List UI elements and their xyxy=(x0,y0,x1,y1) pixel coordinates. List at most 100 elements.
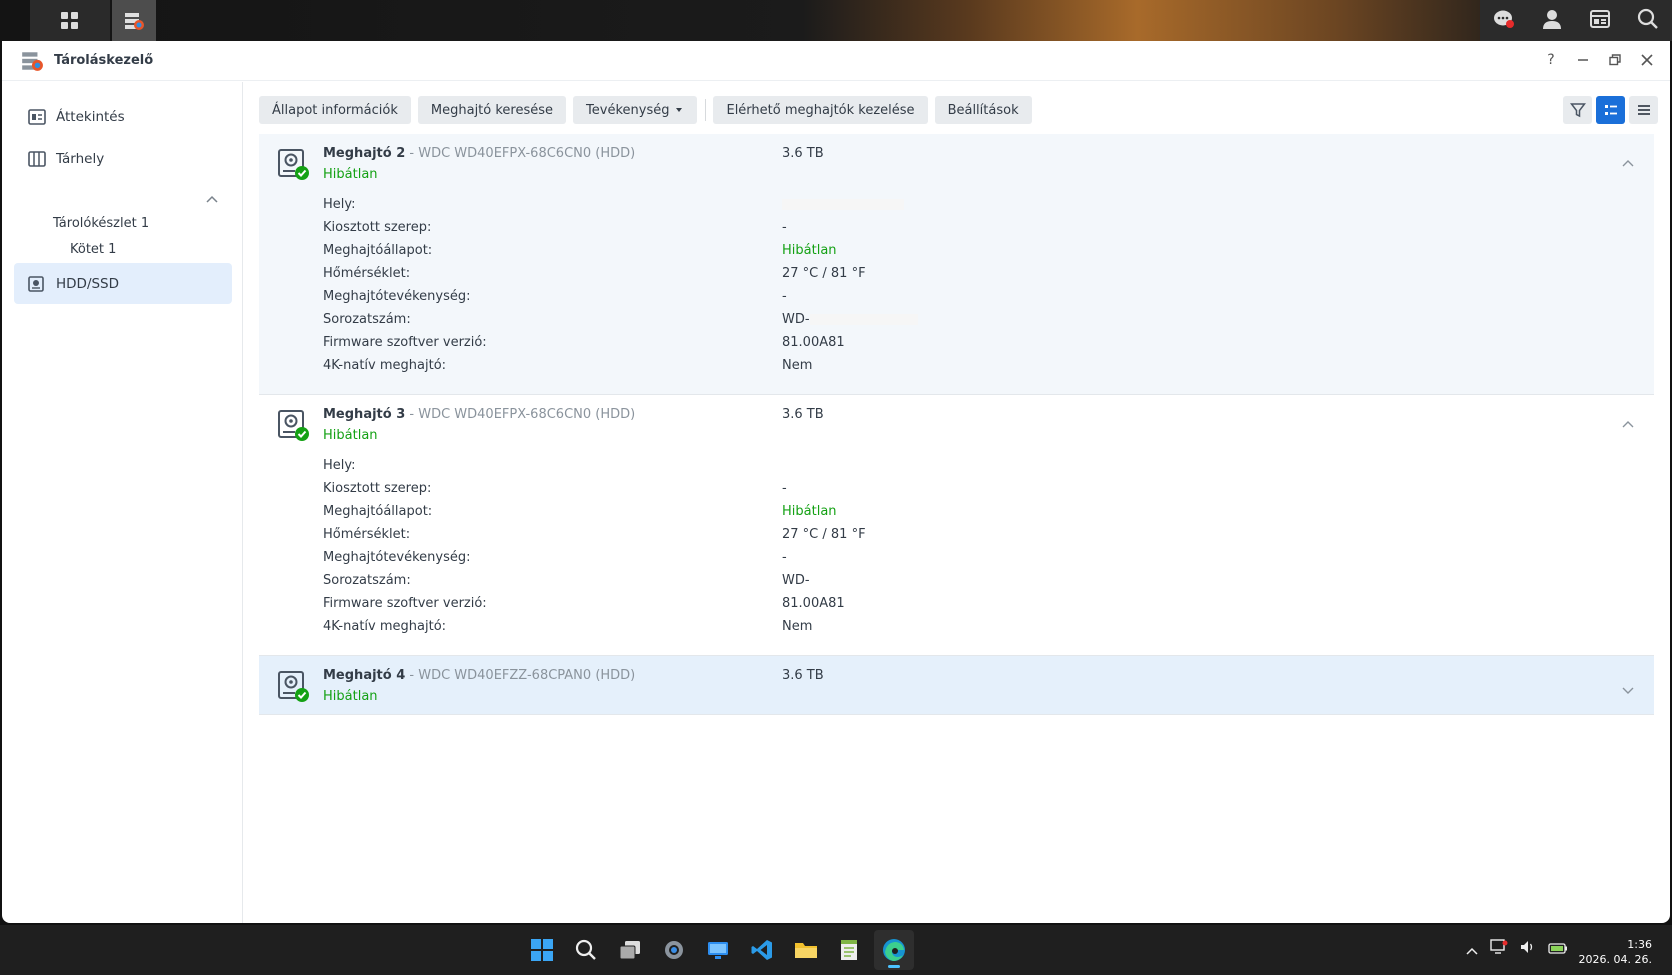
minimize-icon[interactable] xyxy=(1574,51,1592,69)
sidebar-item-storage-pool[interactable]: Tárolókészlet 1 xyxy=(53,216,149,231)
window-titlebar[interactable]: Tároláskezelő ? xyxy=(2,41,1670,81)
drive-activity-label: Meghajtótevékenység: xyxy=(323,289,471,304)
native-4k-label: 4K-natív meghajtó: xyxy=(323,358,447,373)
chevron-down-icon[interactable] xyxy=(1622,680,1634,699)
drive-health-status: Hibátlan xyxy=(323,428,378,443)
drive-name: Meghajtó 2 - WDC WD40EFPX-68C6CN0 (HDD) xyxy=(323,146,635,161)
system-clock[interactable]: 1:36 2026. 04. 26. xyxy=(1579,937,1652,967)
find-drive-button[interactable]: Meghajtó keresése xyxy=(417,96,567,124)
drive-model: - WDC WD40EFPX-68C6CN0 (HDD) xyxy=(405,146,636,161)
list-view-button[interactable] xyxy=(1629,96,1658,124)
windows-taskbar: 1:36 2026. 04. 26. xyxy=(0,925,1672,975)
close-icon[interactable] xyxy=(1638,51,1656,69)
taskbar-search-button[interactable] xyxy=(566,930,606,970)
task-view-icon xyxy=(619,941,640,960)
remote-desktop-button[interactable] xyxy=(698,930,738,970)
caret-down-icon xyxy=(676,108,683,112)
taskbar-apps xyxy=(522,930,918,970)
drive-status-label: Meghajtóállapot: xyxy=(323,243,433,258)
location-value xyxy=(782,197,904,212)
detail-view-button[interactable] xyxy=(1596,96,1625,124)
firmware-label: Firmware szoftver verzió: xyxy=(323,335,487,350)
vscode-icon xyxy=(751,940,772,960)
grid-icon xyxy=(61,11,78,29)
notepad-button[interactable] xyxy=(830,930,870,970)
serial-label: Sorozatszám: xyxy=(323,312,411,327)
chevron-up-icon[interactable] xyxy=(1622,152,1634,171)
drive-panel-4[interactable]: Meghajtó 4 - WDC WD40EFZZ-68CPAN0 (HDD) … xyxy=(259,656,1654,715)
drive-panel-3[interactable]: Meghajtó 3 - WDC WD40EFPX-68C6CN0 (HDD) … xyxy=(259,395,1654,656)
manage-available-drives-button[interactable]: Elérhető meghajtók kezelése xyxy=(713,96,928,124)
user-icon[interactable] xyxy=(1541,8,1563,34)
sidebar-item-hdd-ssd[interactable]: HDD/SSD xyxy=(14,263,232,304)
window-controls: ? xyxy=(1542,51,1656,69)
vscode-button[interactable] xyxy=(742,930,782,970)
drive-name-label: Meghajtó 4 xyxy=(323,668,406,683)
overview-icon xyxy=(28,108,46,126)
widgets-icon[interactable] xyxy=(1589,8,1611,34)
notification-chat-icon[interactable] xyxy=(1493,8,1515,34)
serial-prefix: WD- xyxy=(782,312,810,327)
network-icon[interactable] xyxy=(1490,939,1508,959)
native-4k-value: Nem xyxy=(782,358,813,373)
storage-manager-taskbar-button[interactable] xyxy=(112,0,156,41)
notepad-icon xyxy=(841,940,857,960)
main-menu-button[interactable] xyxy=(30,0,110,41)
temperature-label: Hőmérséklet: xyxy=(323,527,411,542)
edge-icon xyxy=(883,939,905,961)
drive-size: 3.6 TB xyxy=(782,668,824,683)
sidebar-item-overview[interactable]: Áttekintés xyxy=(14,96,232,137)
drive-activity-label: Meghajtótevékenység: xyxy=(323,550,471,565)
drive-panel-2[interactable]: Meghajtó 2 - WDC WD40EFPX-68C6CN0 (HDD) … xyxy=(259,134,1654,395)
task-view-button[interactable] xyxy=(610,930,650,970)
drive-health-status: Hibátlan xyxy=(323,167,378,182)
firmware-value: 81.00A81 xyxy=(782,596,845,611)
activity-label: Tevékenység xyxy=(586,102,670,118)
location-label: Hely: xyxy=(323,197,356,212)
edge-browser-button[interactable] xyxy=(874,930,914,970)
drive-model: - WDC WD40EFZZ-68CPAN0 (HDD) xyxy=(405,668,636,683)
drive-name: Meghajtó 4 - WDC WD40EFZZ-68CPAN0 (HDD) xyxy=(323,668,635,683)
chevron-up-icon[interactable] xyxy=(1466,940,1478,959)
temperature-label: Hőmérséklet: xyxy=(323,266,411,281)
serial-label: Sorozatszám: xyxy=(323,573,411,588)
drive-size: 3.6 TB xyxy=(782,407,824,422)
search-icon[interactable] xyxy=(1637,8,1659,34)
clock-date: 2026. 04. 26. xyxy=(1578,953,1652,966)
native-4k-label: 4K-natív meghajtó: xyxy=(323,619,447,634)
volume-icon[interactable] xyxy=(1520,939,1536,959)
chevron-up-icon[interactable] xyxy=(1622,413,1634,432)
activity-dropdown-button[interactable]: Tevékenység xyxy=(573,96,698,124)
gear-icon xyxy=(665,941,683,959)
assigned-role-value: - xyxy=(782,481,787,496)
view-controls xyxy=(1563,96,1658,124)
chevron-up-icon[interactable] xyxy=(206,188,218,207)
settings-button[interactable]: Beállítások xyxy=(934,96,1032,124)
taskbar-settings-button[interactable] xyxy=(654,930,694,970)
drive-activity-value: - xyxy=(782,550,787,565)
storage-manager-icon xyxy=(20,49,44,77)
assigned-role-label: Kiosztott szerep: xyxy=(323,220,432,235)
help-icon[interactable]: ? xyxy=(1542,51,1560,69)
toolbar: Állapot információk Meghajtó keresése Te… xyxy=(259,96,1039,124)
sidebar-item-volume[interactable]: Kötet 1 xyxy=(70,242,116,257)
assigned-role-value: - xyxy=(782,220,787,235)
temperature-value: 27 °C / 81 °F xyxy=(782,527,866,542)
battery-icon[interactable] xyxy=(1548,940,1568,959)
toolbar-separator xyxy=(705,99,707,121)
sidebar-item-storage[interactable]: Tárhely xyxy=(14,138,232,179)
assigned-role-label: Kiosztott szerep: xyxy=(323,481,432,496)
status-info-button[interactable]: Állapot információk xyxy=(259,96,411,124)
filter-button[interactable] xyxy=(1563,96,1592,124)
dsm-taskbar-left xyxy=(30,0,158,41)
hdd-icon xyxy=(28,275,46,293)
restore-icon[interactable] xyxy=(1606,51,1624,69)
start-button[interactable] xyxy=(522,930,562,970)
hdd-healthy-icon xyxy=(277,148,311,186)
storage-icon xyxy=(28,150,46,168)
file-explorer-button[interactable] xyxy=(786,930,826,970)
temperature-value: 27 °C / 81 °F xyxy=(782,266,866,281)
serial-value: WD- xyxy=(782,573,810,588)
drive-name: Meghajtó 3 - WDC WD40EFPX-68C6CN0 (HDD) xyxy=(323,407,635,422)
firmware-value: 81.00A81 xyxy=(782,335,845,350)
